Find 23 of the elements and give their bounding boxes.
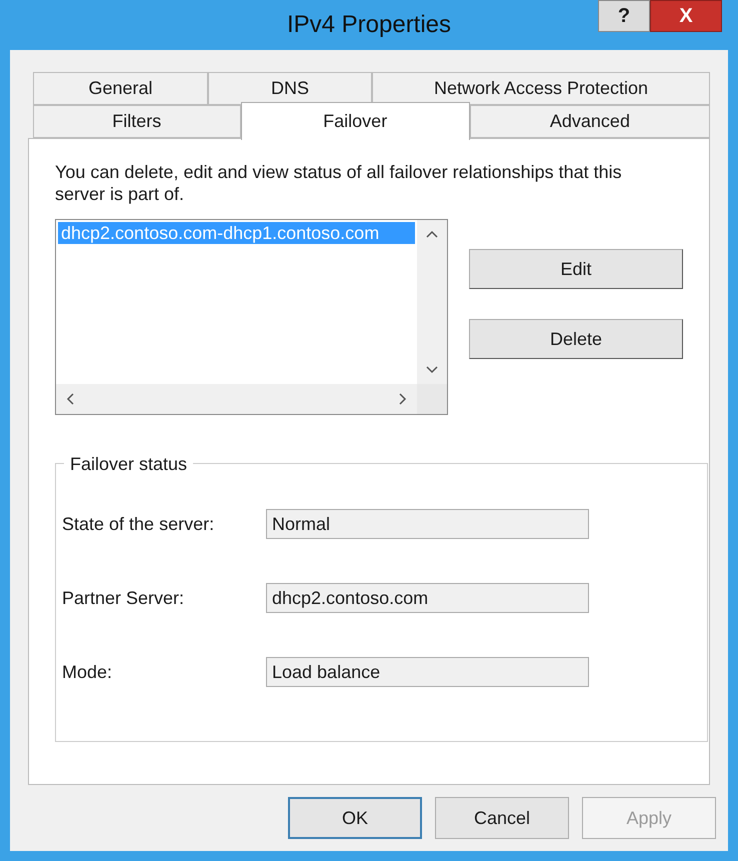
dialog-button[interactable]: OK xyxy=(288,797,422,839)
window-title: IPv4 Properties xyxy=(286,10,452,40)
vertical-scrollbar[interactable] xyxy=(417,220,447,384)
scrollbar-corner xyxy=(417,384,447,414)
read-only-field: Load balance xyxy=(266,657,589,687)
read-only-field: dhcp2.contoso.com xyxy=(266,583,589,613)
field-label: State of the server: xyxy=(62,512,216,536)
field-label: Partner Server: xyxy=(62,586,186,610)
field-label: Mode: xyxy=(62,660,114,684)
tab[interactable]: DNS xyxy=(208,72,372,105)
description-text: You can delete, edit and view status of all failover relationships that this server is part of. xyxy=(55,161,623,205)
action-button[interactable]: Delete xyxy=(469,319,683,359)
dialog-button[interactable]: Cancel xyxy=(435,797,569,839)
horizontal-scrollbar[interactable] xyxy=(56,384,417,414)
tab[interactable]: Filters xyxy=(33,105,241,138)
close-button[interactable]: X xyxy=(650,0,722,32)
tab[interactable]: Failover xyxy=(240,102,470,140)
action-button[interactable]: Edit xyxy=(469,249,683,289)
tab[interactable]: General xyxy=(33,72,208,105)
help-button[interactable]: ? xyxy=(598,0,650,32)
tab[interactable]: Network Access Protection xyxy=(372,72,710,105)
tab[interactable]: Advanced xyxy=(470,105,710,138)
read-only-field: Normal xyxy=(266,509,589,539)
